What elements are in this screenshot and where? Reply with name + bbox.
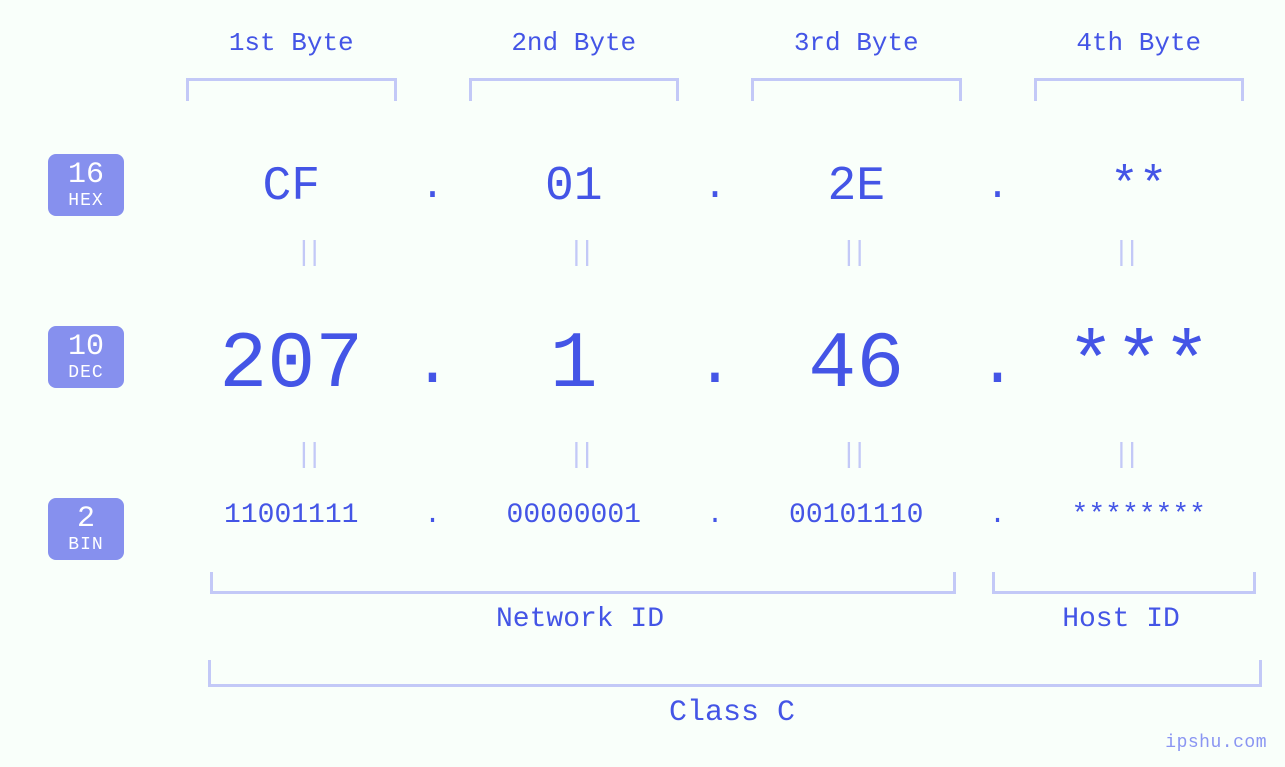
bin-row: 11001111 . 00000001 . 00101110 . *******… [170,500,1260,531]
watermark: ipshu.com [1165,733,1267,753]
hex-byte-1: CF [170,160,413,214]
bin-byte-1: 11001111 [170,500,413,531]
equals-row-2: || || || || [170,440,1260,471]
dot-separator: . [413,165,453,210]
dot-separator: . [978,330,1018,402]
equals-icon: || [443,440,716,471]
network-host-labels: Network ID Host ID [210,604,1256,635]
dot-separator: . [413,330,453,402]
bin-byte-2: 00000001 [453,500,696,531]
bin-byte-3: 00101110 [735,500,978,531]
radix-name: HEX [68,192,103,210]
equals-icon: || [715,238,988,269]
radix-base: 2 [77,504,95,534]
equals-icon: || [715,440,988,471]
hex-byte-3: 2E [735,160,978,214]
dec-byte-2: 1 [453,320,696,411]
dec-byte-4: *** [1018,320,1261,411]
equals-icon: || [988,440,1261,471]
bracket-icon [210,572,956,594]
hex-row: CF . 01 . 2E . ** [170,160,1260,214]
dot-separator: . [695,330,735,402]
class-bracket [208,660,1262,687]
dot-separator: . [695,165,735,210]
radix-name: BIN [68,536,103,554]
radix-name: DEC [68,364,103,382]
bracket-icon [186,78,397,101]
hex-byte-4: ** [1018,160,1261,214]
host-id-label: Host ID [986,604,1256,635]
equals-icon: || [443,238,716,269]
bracket-icon [751,78,962,101]
radix-badge-hex: 16 HEX [48,154,124,216]
byte-label-1: 1st Byte [170,28,413,58]
equals-row-1: || || || || [170,238,1260,269]
hex-byte-2: 01 [453,160,696,214]
bracket-icon [1034,78,1245,101]
radix-base: 10 [68,332,104,362]
radix-badge-bin: 2 BIN [48,498,124,560]
dot-separator: . [413,500,453,531]
dec-byte-1: 207 [170,320,413,411]
bracket-icon [469,78,680,101]
dot-separator: . [978,500,1018,531]
dec-row: 207 . 1 . 46 . *** [170,320,1260,411]
dot-separator: . [695,500,735,531]
byte-label-4: 4th Byte [1018,28,1261,58]
network-id-label: Network ID [210,604,950,635]
equals-icon: || [988,238,1261,269]
bin-byte-4: ******** [1018,500,1261,531]
byte-label-3: 3rd Byte [735,28,978,58]
network-host-brackets [210,572,1256,594]
byte-label-2: 2nd Byte [453,28,696,58]
equals-icon: || [170,440,443,471]
radix-badge-dec: 10 DEC [48,326,124,388]
byte-brackets-top [170,78,1260,101]
equals-icon: || [170,238,443,269]
class-label: Class C [208,696,1256,730]
byte-labels-row: 1st Byte 2nd Byte 3rd Byte 4th Byte [170,28,1260,58]
bracket-icon [992,572,1256,594]
radix-base: 16 [68,160,104,190]
dot-separator: . [978,165,1018,210]
dec-byte-3: 46 [735,320,978,411]
